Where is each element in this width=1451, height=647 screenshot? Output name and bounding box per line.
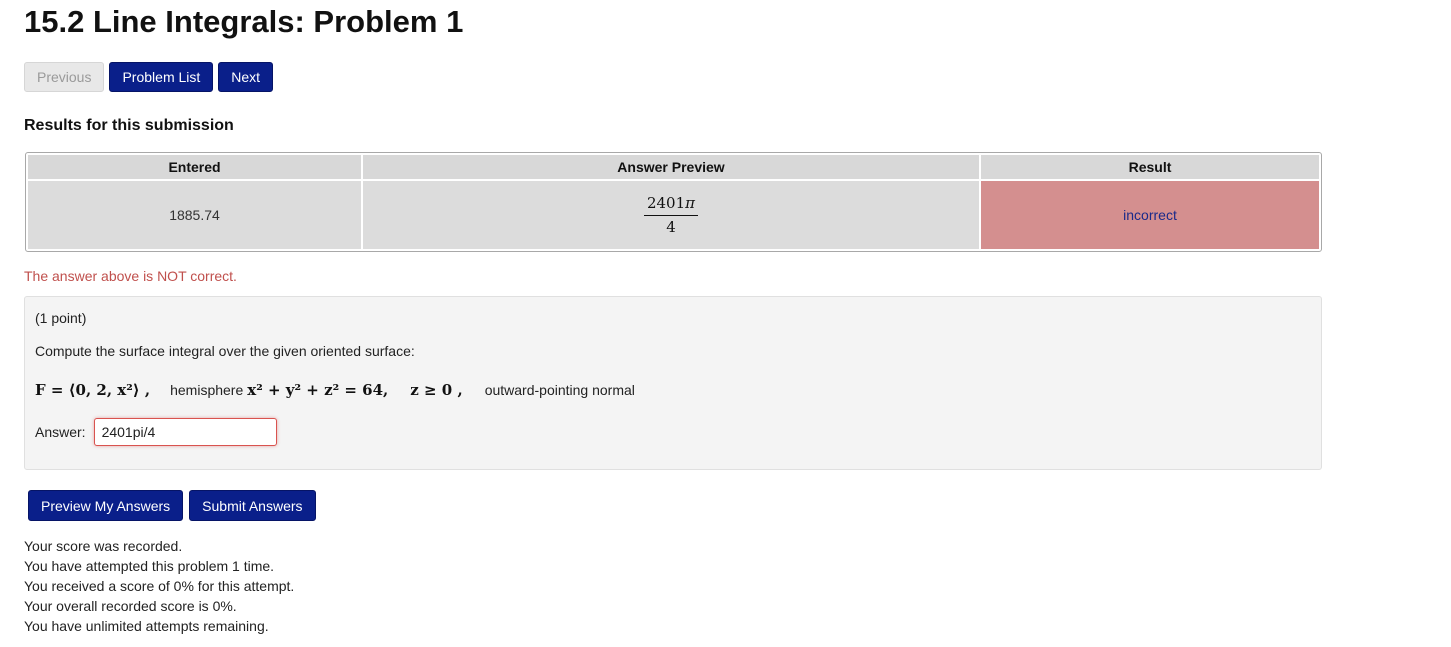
results-heading: Results for this submission: [24, 117, 234, 134]
problem-box: (1 point) Compute the surface integral o…: [24, 296, 1322, 470]
fraction-denominator: 4: [666, 218, 676, 236]
submit-answers-button[interactable]: Submit Answers: [189, 490, 316, 521]
surface-condition: z ≥ 0 ,: [410, 381, 463, 399]
table-row: 1885.74 2401π 4 incorrect: [28, 181, 1319, 249]
problem-statement: F = ⟨0, 2, x²⟩ , hemisphere x² + y² + z²…: [35, 381, 635, 399]
page-title: 15.2 Line Integrals: Problem 1: [24, 4, 464, 39]
results-table: Entered Answer Preview Result 1885.74 24…: [25, 152, 1322, 252]
answer-preview-cell: 2401π 4: [363, 181, 979, 249]
pi-symbol: π: [685, 194, 696, 212]
next-button[interactable]: Next: [218, 62, 274, 92]
preview-answers-button[interactable]: Preview My Answers: [28, 490, 184, 521]
status-line: You have attempted this problem 1 time.: [24, 558, 275, 574]
answer-preview-fraction: 2401π 4: [643, 194, 699, 236]
problem-points: (1 point): [35, 310, 87, 326]
status-line: You have unlimited attempts remaining.: [24, 618, 269, 634]
orientation-label: outward-pointing normal: [484, 382, 635, 398]
column-header-result: Result: [981, 155, 1319, 179]
surface-equation: x² + y² + z² = 64,: [247, 381, 389, 399]
answer-input[interactable]: [93, 418, 277, 446]
numerator-value: 2401: [646, 194, 686, 212]
previous-button[interactable]: Previous: [24, 62, 105, 92]
status-line: You received a score of 0% for this atte…: [24, 578, 295, 594]
status-line: Your score was recorded.: [24, 538, 183, 554]
problem-list-button[interactable]: Problem List: [109, 62, 214, 92]
column-header-answer-preview: Answer Preview: [363, 155, 979, 179]
answer-label: Answer:: [35, 424, 86, 440]
column-header-entered: Entered: [28, 155, 361, 179]
surface-label: hemisphere: [170, 382, 244, 398]
incorrect-message: The answer above is NOT correct.: [24, 268, 237, 284]
fraction-numerator: 2401π: [643, 194, 699, 216]
results-header-row: Entered Answer Preview Result: [28, 155, 1319, 179]
submission-actions: Preview My Answers Submit Answers: [28, 490, 316, 521]
answer-row: Answer:: [35, 418, 277, 446]
entered-value: 1885.74: [28, 181, 361, 249]
score-status: Your score was recorded. You have attemp…: [24, 536, 294, 636]
status-line: Your overall recorded score is 0%.: [24, 598, 237, 614]
vector-field-math: F = ⟨0, 2, x²⟩ ,: [35, 381, 151, 399]
problem-nav: Previous Problem List Next: [24, 62, 274, 92]
result-status: incorrect: [981, 181, 1319, 249]
problem-prompt: Compute the surface integral over the gi…: [35, 343, 415, 359]
